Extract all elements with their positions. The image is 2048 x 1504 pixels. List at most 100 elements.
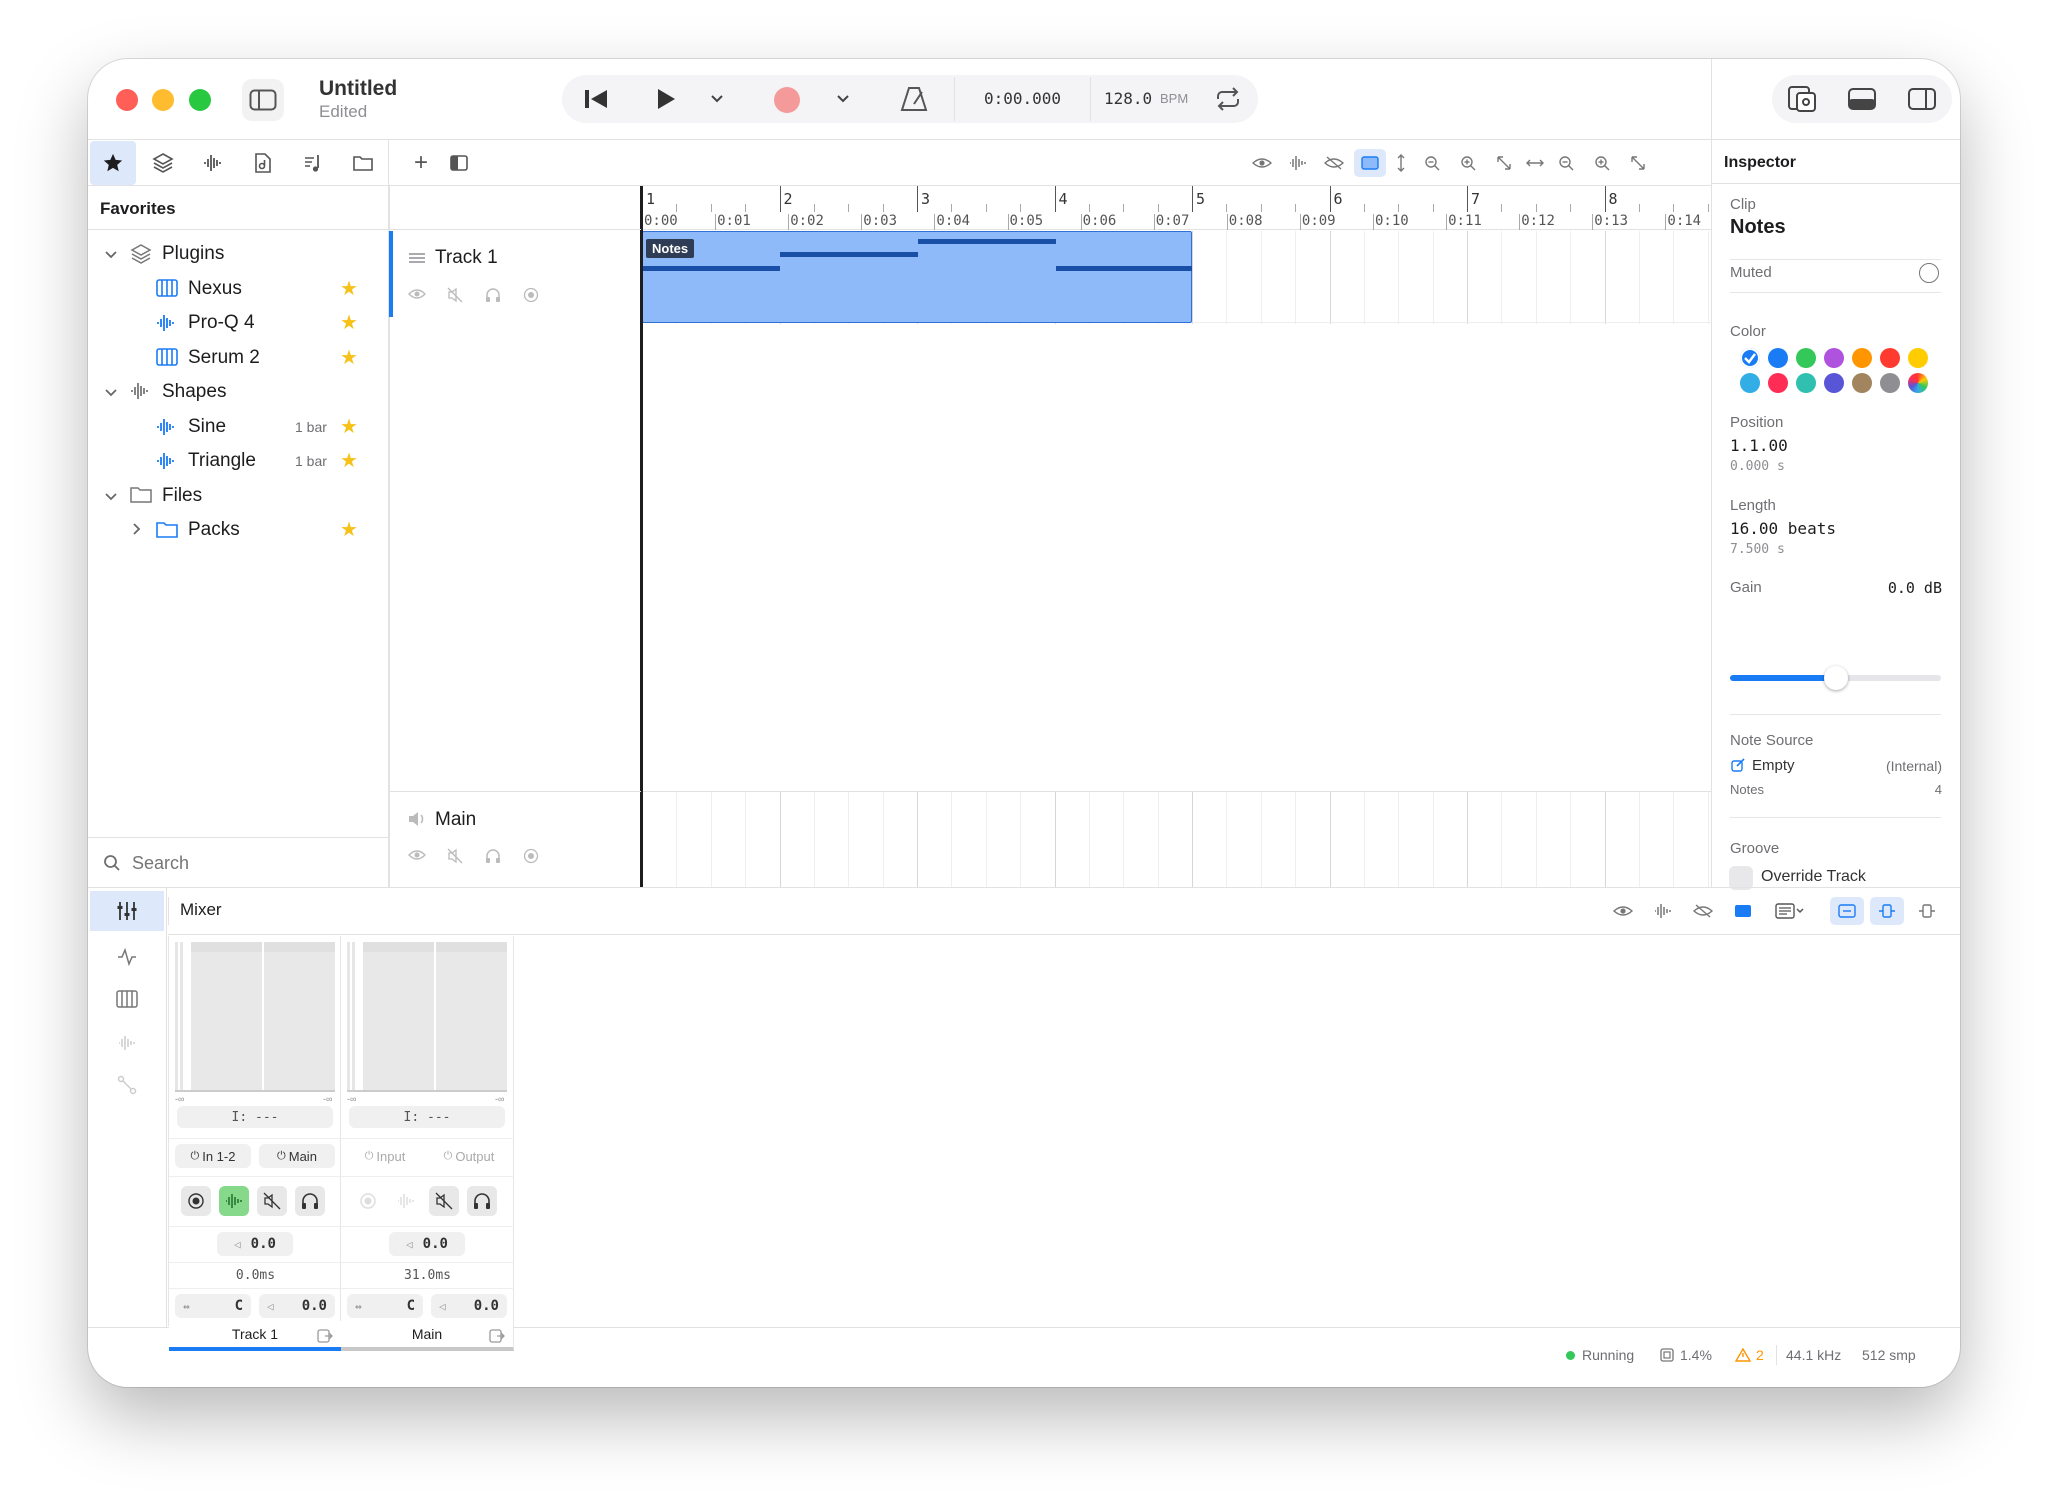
edit-icon[interactable]: [1730, 757, 1746, 773]
zoom-window-button[interactable]: [189, 89, 211, 111]
horizontal-resize-icon[interactable]: [1524, 149, 1546, 177]
track-name[interactable]: Track 1: [435, 247, 498, 269]
length-value[interactable]: 16.00 beats: [1730, 519, 1836, 538]
fit-icon[interactable]: [1488, 149, 1520, 177]
channel-name-main[interactable]: Main: [341, 1321, 514, 1351]
zoom-out-icon[interactable]: [1416, 149, 1448, 177]
layers-icon[interactable]: [140, 141, 186, 185]
eye-icon[interactable]: [1606, 897, 1640, 925]
tree-group-files[interactable]: Files: [88, 479, 389, 513]
favorite-star-icon[interactable]: ★: [340, 414, 358, 439]
color-swatch[interactable]: [1908, 348, 1928, 368]
chevron-down-icon[interactable]: [104, 247, 118, 265]
record-arm-icon[interactable]: [520, 848, 542, 864]
metronome-icon[interactable]: [894, 79, 934, 119]
send-field[interactable]: ◁ 0.0: [259, 1294, 335, 1318]
piano-roll-icon[interactable]: [90, 981, 164, 1017]
clip-name[interactable]: Notes: [1730, 216, 1786, 239]
zoom-in-icon[interactable]: [1452, 149, 1484, 177]
browser-panel-icon[interactable]: [1780, 81, 1824, 117]
playhead[interactable]: [641, 186, 643, 887]
tree-item-pro-q-4[interactable]: Pro-Q 4 ★: [88, 306, 389, 340]
color-swatch[interactable]: [1852, 373, 1872, 393]
visibility-icon[interactable]: [406, 848, 428, 864]
color-swatch[interactable]: [1824, 348, 1844, 368]
color-swatch[interactable]: [1852, 348, 1872, 368]
clip-view-icon[interactable]: [1354, 149, 1386, 177]
bottom-panel-icon[interactable]: [1840, 81, 1884, 117]
pan-field[interactable]: ↔ C: [347, 1294, 423, 1318]
time-display[interactable]: 0:00.000: [984, 89, 1061, 108]
note-source-value[interactable]: Empty: [1752, 757, 1795, 774]
fit-channel-icon[interactable]: [1870, 897, 1904, 925]
solo-headphones-button[interactable]: [467, 1186, 497, 1216]
mute-button[interactable]: [429, 1186, 459, 1216]
mixer-tab-icon[interactable]: [90, 891, 164, 931]
music-notes-icon[interactable]: [290, 141, 336, 185]
tree-group-shapes[interactable]: Shapes: [88, 375, 389, 409]
record-arm-button[interactable]: [181, 1186, 211, 1216]
solo-headphones-button[interactable]: [295, 1186, 325, 1216]
mute-icon[interactable]: [444, 848, 466, 864]
input-routing-button[interactable]: ⏻ In 1-2: [175, 1144, 251, 1168]
channel-io-icon[interactable]: [317, 1329, 333, 1346]
loop-icon[interactable]: [1208, 81, 1248, 117]
color-swatch[interactable]: [1796, 373, 1816, 393]
rewind-icon[interactable]: [574, 81, 618, 117]
search-input[interactable]: [132, 849, 372, 877]
color-swatch[interactable]: [1880, 373, 1900, 393]
record-arm-button[interactable]: [353, 1186, 383, 1216]
chevron-down-icon[interactable]: [104, 385, 118, 403]
output-routing-button[interactable]: ⏻ Output: [431, 1144, 507, 1168]
favorite-star-icon[interactable]: ★: [340, 345, 358, 370]
mute-icon[interactable]: [444, 287, 466, 303]
chevron-down-icon[interactable]: [702, 81, 732, 117]
compact-channel-icon[interactable]: [1910, 897, 1944, 925]
record-button[interactable]: [774, 87, 800, 113]
document-icon[interactable]: [240, 141, 286, 185]
color-swatch-selected[interactable]: [1740, 348, 1760, 368]
tree-item-triangle[interactable]: Triangle 1 bar ★: [88, 444, 389, 478]
warning-icon[interactable]: [1734, 1346, 1752, 1364]
midi-clip[interactable]: [642, 231, 1192, 323]
volume-field[interactable]: ◁ 0.0: [389, 1232, 465, 1256]
monitor-input-button[interactable]: [391, 1186, 421, 1216]
eye-icon[interactable]: [1246, 149, 1278, 177]
tree-item-serum-2[interactable]: Serum 2 ★: [88, 341, 389, 375]
color-swatch[interactable]: [1768, 348, 1788, 368]
chevron-right-icon[interactable]: [132, 522, 142, 541]
warning-count[interactable]: 2: [1756, 1347, 1764, 1363]
zoom-out-icon[interactable]: [1550, 149, 1582, 177]
visibility-icon[interactable]: [406, 287, 428, 303]
color-swatch[interactable]: [1880, 348, 1900, 368]
gain-slider-knob[interactable]: [1823, 666, 1848, 690]
inspector-panel-icon[interactable]: [1900, 81, 1944, 117]
output-routing-button[interactable]: ⏻ Main: [259, 1144, 335, 1168]
expand-icon[interactable]: [1622, 149, 1654, 177]
folder-tab-icon[interactable]: [340, 141, 386, 185]
waveform-icon[interactable]: [1282, 149, 1314, 177]
position-value[interactable]: 1.1.00: [1730, 436, 1788, 455]
send-field[interactable]: ◁ 0.0: [431, 1294, 507, 1318]
close-window-button[interactable]: [116, 89, 138, 111]
headphones-icon[interactable]: [482, 848, 504, 864]
waveform-icon[interactable]: [1646, 897, 1680, 925]
chevron-down-icon[interactable]: [104, 489, 118, 507]
sidebar-toggle-icon[interactable]: [242, 79, 284, 121]
vertical-resize-icon[interactable]: [1390, 149, 1412, 177]
muted-toggle[interactable]: [1919, 263, 1939, 283]
channel-io-icon[interactable]: [489, 1329, 505, 1346]
input-routing-button[interactable]: ⏻ Input: [347, 1144, 423, 1168]
favorite-star-icon[interactable]: ★: [340, 310, 358, 335]
color-swatch[interactable]: [1768, 373, 1788, 393]
favorite-star-icon[interactable]: ★: [340, 517, 358, 542]
tree-group-plugins[interactable]: Plugins: [88, 237, 389, 271]
monitor-input-button[interactable]: [219, 1186, 249, 1216]
volume-field[interactable]: ◁ 0.0: [217, 1232, 293, 1256]
gain-value[interactable]: 0.0 dB: [1872, 579, 1942, 597]
fit-width-icon[interactable]: [1830, 897, 1864, 925]
hidden-icon[interactable]: [1318, 149, 1350, 177]
color-swatch[interactable]: [1908, 373, 1928, 393]
view-options-icon[interactable]: [1766, 897, 1814, 925]
master-track-name[interactable]: Main: [435, 809, 476, 831]
